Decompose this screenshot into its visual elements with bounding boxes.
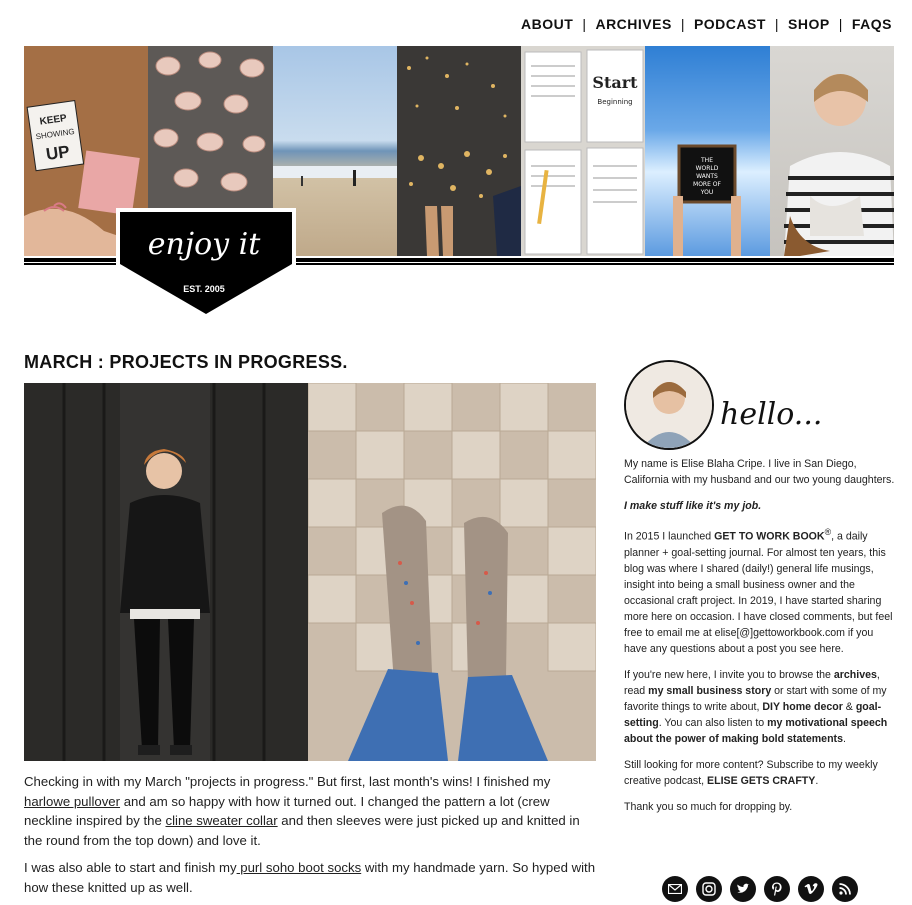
- nav-faqs[interactable]: FAQS: [852, 16, 892, 32]
- hello-text: hello...: [720, 397, 822, 432]
- svg-text:WORLD: WORLD: [696, 165, 719, 172]
- post-title[interactable]: MARCH : PROJECTS IN PROGRESS.: [24, 352, 348, 373]
- bio-text: . You can also listen to: [658, 716, 768, 729]
- bio-text: , a daily planner + goal-setting journal…: [624, 530, 893, 655]
- bio-text: .: [842, 732, 846, 745]
- link-cline-sweater-collar[interactable]: cline sweater collar: [165, 813, 277, 828]
- hello-script: hello...: [720, 397, 822, 432]
- author-avatar: [624, 360, 714, 450]
- svg-text:MORE OF: MORE OF: [694, 181, 722, 188]
- nav-podcast[interactable]: PODCAST: [694, 16, 766, 32]
- link-diy-home-decor[interactable]: DIY home decor: [762, 701, 842, 713]
- post-photo: [24, 383, 596, 761]
- svg-text:UP: UP: [45, 142, 71, 164]
- post-text: I was also able to start and finish my: [24, 860, 237, 875]
- svg-text:Beginning: Beginning: [598, 98, 633, 106]
- tagline-text: I make stuff like it's my job.: [624, 500, 762, 512]
- nav-archives[interactable]: ARCHIVES: [595, 16, 671, 32]
- nav-separator: |: [774, 16, 780, 32]
- post-paragraph-1: Checking in with my March "projects in p…: [24, 772, 596, 850]
- logo-script: enjoy it: [148, 227, 262, 262]
- bio-text: In 2015 I launched: [624, 530, 715, 543]
- twitter-icon[interactable]: [730, 876, 756, 902]
- banner-photo-letterboard: THE WORLD WANTS MORE OF YOU: [645, 46, 770, 256]
- link-get-to-work-book[interactable]: GET TO WORK BOOK: [714, 531, 824, 543]
- sidebar-bio: My name is Elise Blaha Cripe. I live in …: [624, 456, 896, 825]
- post-paragraph-2: I was also able to start and finish my p…: [24, 858, 596, 897]
- banner-photo-knitting-woman: [769, 46, 894, 256]
- link-small-business-story[interactable]: my small business story: [648, 685, 771, 697]
- photo-handknit-socks: [307, 383, 596, 761]
- link-elise-gets-crafty[interactable]: ELISE GETS CRAFTY: [707, 775, 815, 787]
- bio-intro: My name is Elise Blaha Cripe. I live in …: [624, 458, 895, 486]
- nav-separator: |: [838, 16, 843, 32]
- photo-sweater-outfit: [24, 383, 308, 761]
- email-icon[interactable]: [662, 876, 688, 902]
- bio-podcast: Still looking for more content? Subscrib…: [624, 757, 896, 789]
- bio-text: .: [815, 774, 819, 787]
- nav-about[interactable]: ABOUT: [521, 16, 573, 32]
- bio-text: If you're new here, I invite you to brow…: [624, 668, 834, 681]
- svg-text:Start: Start: [593, 73, 639, 92]
- social-icons: [662, 876, 858, 902]
- instagram-icon[interactable]: [696, 876, 722, 902]
- bio-gtwb: In 2015 I launched GET TO WORK BOOK®, a …: [624, 524, 896, 657]
- rss-icon[interactable]: [832, 876, 858, 902]
- nav-shop[interactable]: SHOP: [788, 16, 830, 32]
- top-navigation: ABOUT | ARCHIVES | PODCAST | SHOP | FAQS: [521, 16, 892, 32]
- link-harlowe-pullover[interactable]: harlowe pullover: [24, 794, 120, 809]
- bio-text: &: [842, 700, 856, 713]
- svg-text:THE: THE: [701, 157, 714, 164]
- post-body: Checking in with my March "projects in p…: [24, 772, 596, 905]
- logo-est: EST. 2005: [183, 284, 225, 294]
- vimeo-icon[interactable]: [798, 876, 824, 902]
- bio-thanks: Thank you so much for dropping by.: [624, 800, 793, 813]
- nav-separator: |: [582, 16, 587, 32]
- link-purl-soho-boot-socks[interactable]: purl soho boot socks: [237, 860, 361, 875]
- site-logo[interactable]: enjoy it EST. 2005: [114, 208, 298, 320]
- pinterest-icon[interactable]: [764, 876, 790, 902]
- banner-photo-stars-feet: [396, 46, 522, 256]
- bio-tagline: I make stuff like it's my job.: [624, 498, 896, 514]
- post-text: Checking in with my March "projects in p…: [24, 774, 551, 789]
- svg-text:YOU: YOU: [700, 189, 713, 196]
- link-archives[interactable]: archives: [834, 669, 877, 681]
- banner-photo-journal: Start Beginning: [521, 46, 646, 256]
- nav-separator: |: [680, 16, 685, 32]
- svg-text:WANTS: WANTS: [697, 173, 719, 180]
- bio-new-here: If you're new here, I invite you to brow…: [624, 667, 896, 747]
